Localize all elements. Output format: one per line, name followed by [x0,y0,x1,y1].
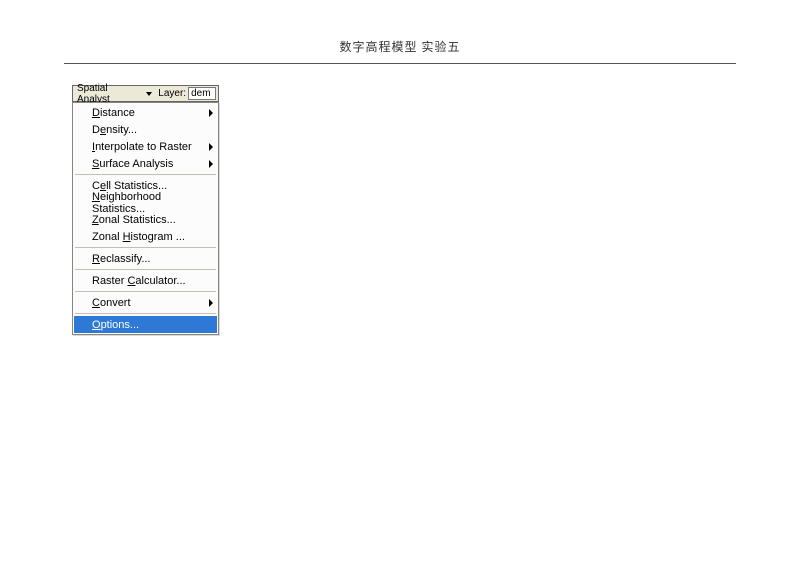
menu-item-label: Raster Calculator... [92,275,186,287]
header-rule [64,63,736,64]
layer-label: Layer: [158,88,186,99]
page-header: 数字高程模型 实验五 [0,0,800,55]
menu-separator [75,313,216,314]
menu-item-interpolate-to-raster[interactable]: Interpolate to Raster [74,138,217,155]
menu-item-surface-analysis[interactable]: Surface Analysis [74,155,217,172]
menu-item-raster-calculator[interactable]: Raster Calculator... [74,272,217,289]
chevron-right-icon [209,143,213,151]
chevron-down-icon [146,92,152,96]
menu-item-convert[interactable]: Convert [74,294,217,311]
menu-item-distance[interactable]: Distance [74,104,217,121]
menu-item-reclassify[interactable]: Reclassify... [74,250,217,267]
menu-separator [75,174,216,175]
menu-item-label: Distance [92,107,135,119]
layer-input[interactable]: dem [188,87,216,100]
menu-item-label: Density... [92,124,137,136]
chevron-right-icon [209,160,213,168]
menu-item-zonal-histogram[interactable]: Zonal Histogram ... [74,228,217,245]
menu-item-neighborhood-statistics[interactable]: Neighborhood Statistics... [74,194,217,211]
menu-item-label: Zonal Histogram ... [92,231,185,243]
menu-item-label: Zonal Statistics... [92,214,176,226]
spatial-analyst-toolbar: Spatial Analyst Layer: dem [72,85,219,102]
menu-item-label: Options... [92,319,139,331]
menu-separator [75,291,216,292]
menu-separator [75,269,216,270]
chevron-right-icon [209,299,213,307]
spatial-analyst-menu: Distance Density... Interpolate to Raster S… [72,102,219,335]
menu-item-density[interactable]: Density... [74,121,217,138]
menu-item-label: Surface Analysis [92,158,173,170]
menu-item-label: Reclassify... [92,253,150,265]
menu-item-label: Convert [92,297,131,309]
menu-item-options[interactable]: Options... [74,316,217,333]
page-title: 数字高程模型 实验五 [339,40,460,54]
chevron-right-icon [209,109,213,117]
menu-item-zonal-statistics[interactable]: Zonal Statistics... [74,211,217,228]
menu-separator [75,247,216,248]
menu-item-label: Interpolate to Raster [92,141,192,153]
